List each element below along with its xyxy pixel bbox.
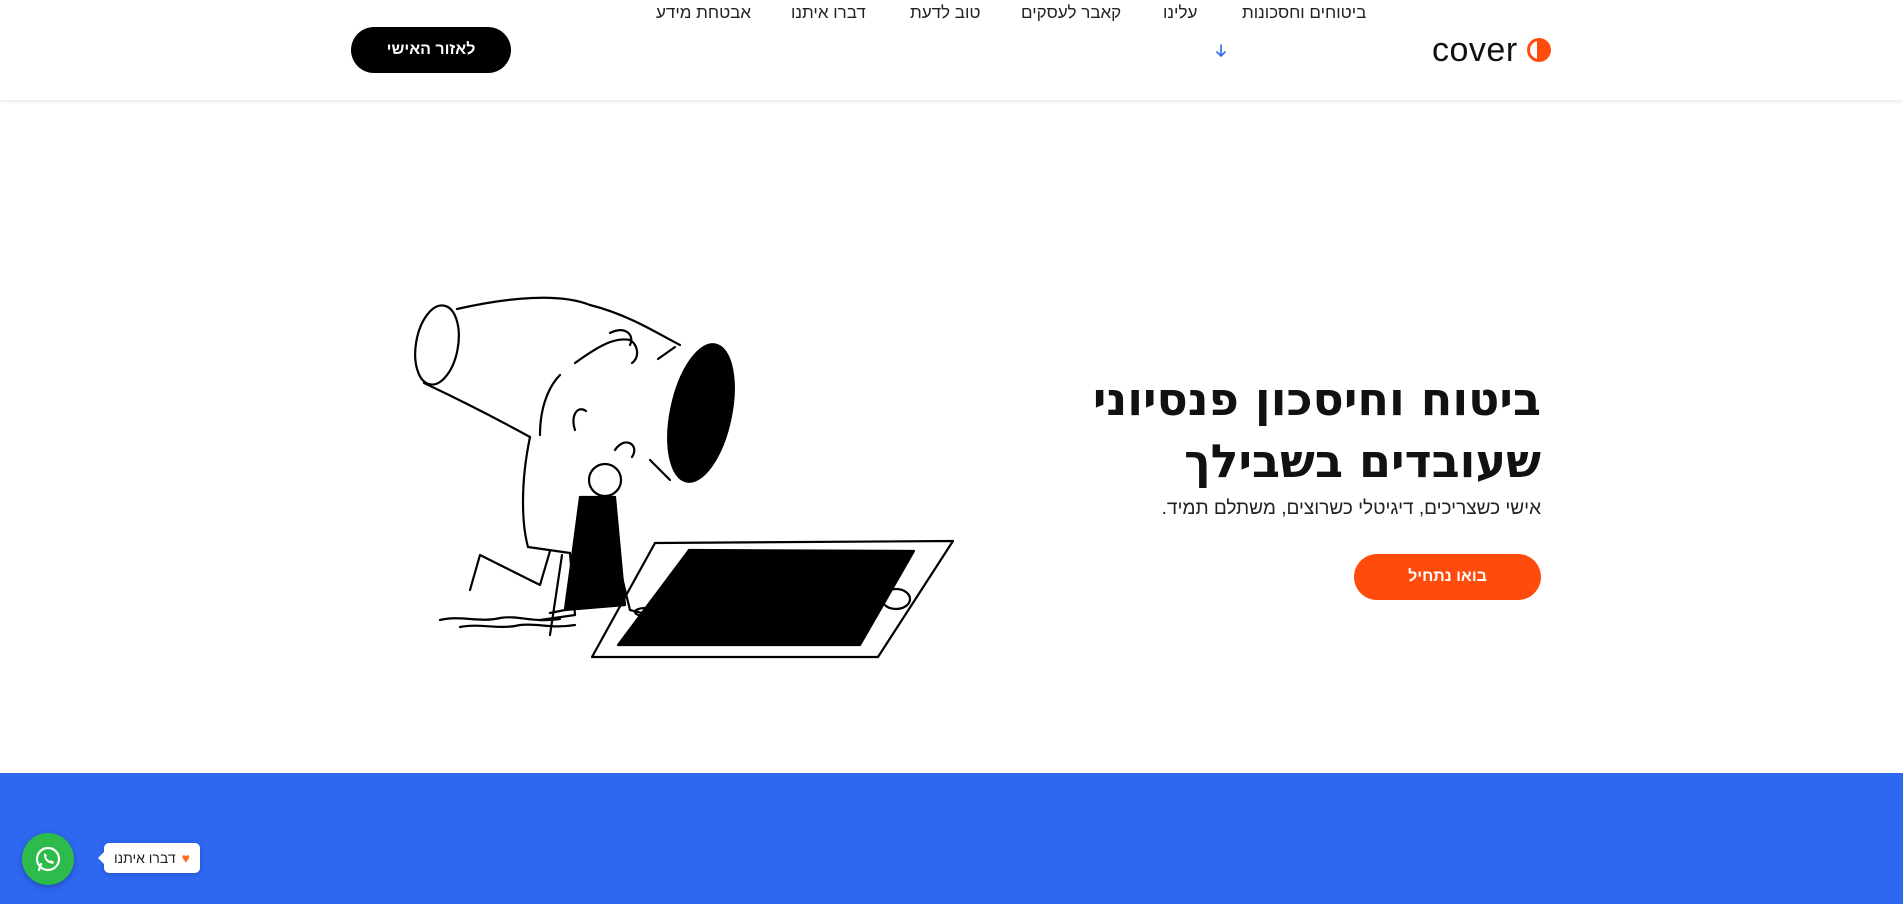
nav-data-security[interactable]: אבטחת מידע (656, 0, 751, 26)
features-section-band (0, 773, 1903, 904)
personal-area-button[interactable]: לאזור האישי (351, 27, 511, 73)
chevron-down-icon[interactable] (1214, 42, 1228, 60)
chat-label-text: דברו איתנו (114, 850, 176, 866)
hero-title-line-1: ביטוח וחיסכון פנסיוני (1092, 372, 1541, 426)
hero-title-line-2: שעובדים בשבילך (1184, 434, 1541, 488)
nav-insurance-savings[interactable]: ביטוחים וחסכונות (1242, 0, 1366, 26)
hero-subtitle: אישי כשצריכים, דיגיטלי כשרוצים, משתלם תמ… (1161, 498, 1541, 519)
get-started-button[interactable]: בואו נתחיל (1354, 554, 1541, 600)
nav-about[interactable]: עלינו (1163, 0, 1197, 26)
cover-logo[interactable]: cover (1432, 30, 1552, 70)
whatsapp-button[interactable] (22, 833, 74, 885)
heart-icon: ♥ (181, 850, 190, 866)
site-header: cover ביטוחים וחסכונות עלינו קאבר לעסקים… (0, 0, 1903, 100)
chat-label[interactable]: ♥ דברו איתנו (98, 843, 200, 873)
nav-good-to-know[interactable]: טוב לדעת (910, 0, 980, 26)
logo-mark-icon (1526, 38, 1551, 62)
logo-text: cover (1432, 31, 1518, 69)
hero-illustration (414, 296, 955, 659)
whatsapp-icon (35, 846, 61, 872)
hero-title: ביטוח וחיסכון פנסיוני שעובדים בשבילך (981, 368, 1541, 492)
nav-cover-business[interactable]: קאבר לעסקים (1021, 0, 1121, 26)
nav-contact[interactable]: דברו איתנו (791, 0, 866, 26)
